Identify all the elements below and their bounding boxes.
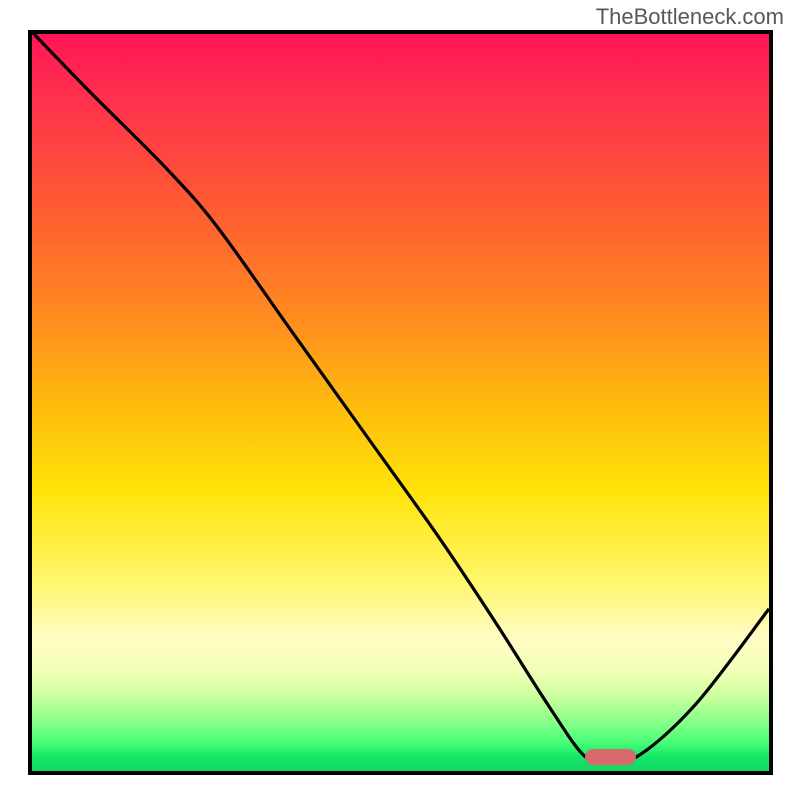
bottleneck-curve xyxy=(32,34,769,771)
optimal-range-marker xyxy=(585,749,637,765)
watermark-text: TheBottleneck.com xyxy=(596,4,784,30)
chart-frame xyxy=(28,30,773,775)
curve-path xyxy=(32,34,769,761)
